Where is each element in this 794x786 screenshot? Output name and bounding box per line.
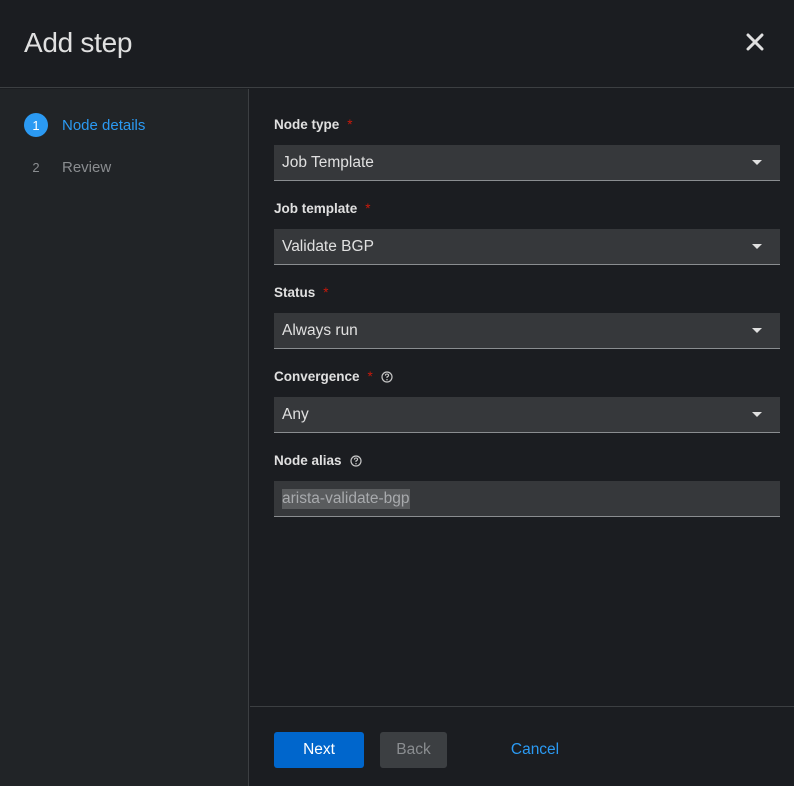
node-type-label-text: Node type: [274, 117, 340, 132]
job-template-label-text: Job template: [274, 201, 358, 216]
close-icon: [746, 33, 764, 51]
required-marker: *: [323, 285, 329, 300]
caret-down-icon: [752, 244, 762, 249]
help-icon[interactable]: [349, 454, 362, 467]
required-marker: *: [365, 201, 371, 216]
required-marker: *: [367, 369, 373, 384]
job-template-select[interactable]: Validate BGP: [274, 229, 780, 265]
wizard-body: Node type * Job Template Job template * …: [250, 89, 794, 706]
convergence-select[interactable]: Any: [274, 397, 780, 433]
modal-title: Add step: [24, 27, 133, 58]
convergence-label: Convergence *: [274, 369, 393, 384]
status-label: Status *: [274, 285, 329, 300]
node-type-select[interactable]: Job Template: [274, 145, 780, 181]
job-template-value: Validate BGP: [282, 237, 374, 255]
nav-item-node-details[interactable]: 1 Node details: [24, 113, 145, 137]
caret-down-icon: [752, 412, 762, 417]
convergence-value: Any: [282, 405, 309, 423]
step-number: 1: [24, 113, 48, 137]
nav-item-review[interactable]: 2 Review: [24, 155, 111, 179]
job-template-label: Job template *: [274, 201, 371, 216]
nav-item-label: Node details: [62, 116, 146, 134]
required-marker: *: [347, 117, 353, 132]
step-number: 2: [32, 159, 40, 175]
wizard-nav: 1 Node details 2 Review: [0, 89, 249, 786]
node-alias-input[interactable]: arista-validate-bgp: [274, 481, 780, 517]
wizard-footer: Next Back Cancel: [250, 706, 794, 786]
status-select[interactable]: Always run: [274, 313, 780, 349]
status-label-text: Status: [274, 285, 316, 300]
node-type-label: Node type *: [274, 117, 353, 132]
help-icon[interactable]: [381, 370, 393, 383]
node-alias-label: Node alias: [274, 453, 362, 468]
node-alias-value: arista-validate-bgp: [282, 488, 410, 509]
nav-item-label: Review: [62, 158, 112, 176]
back-button[interactable]: Back: [380, 732, 447, 768]
modal-header: Add step: [0, 0, 794, 88]
caret-down-icon: [752, 160, 762, 165]
next-button[interactable]: Next: [274, 732, 364, 768]
status-value: Always run: [282, 321, 358, 339]
caret-down-icon: [752, 328, 762, 333]
convergence-label-text: Convergence: [274, 369, 360, 384]
node-type-value: Job Template: [282, 153, 374, 171]
close-button[interactable]: [743, 30, 767, 54]
cancel-button[interactable]: Cancel: [500, 732, 570, 768]
node-alias-label-text: Node alias: [274, 453, 342, 468]
